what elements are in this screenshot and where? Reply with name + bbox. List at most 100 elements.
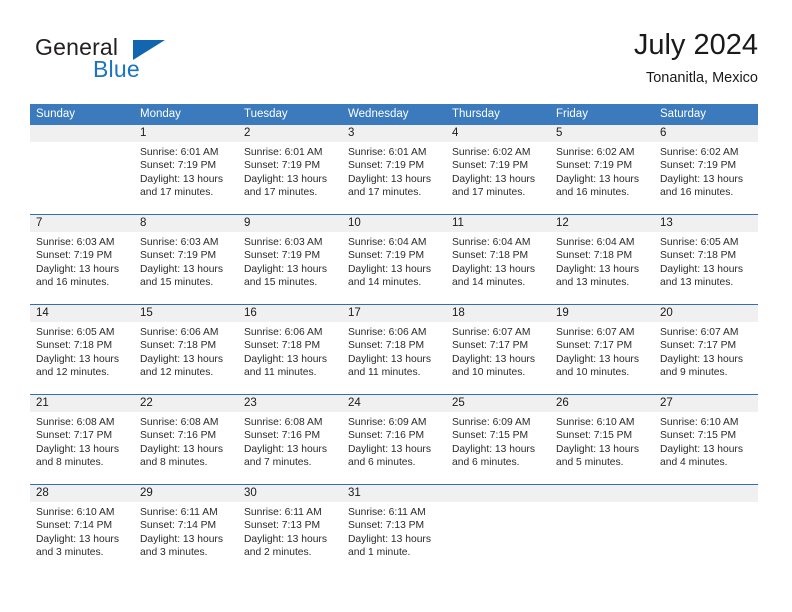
sunrise-text: Sunrise: 6:03 AM (140, 237, 219, 248)
calendar-week-row: 21 Sunrise: 6:08 AM Sunset: 7:17 PM Dayligh… (30, 394, 758, 484)
calendar-day-cell[interactable]: 3 Sunrise: 6:01 AM Sunset: 7:19 PM Daylight… (342, 125, 446, 214)
day-number: 15 (134, 305, 238, 322)
daylight-text: Daylight: 13 hours and 9 minutes. (660, 353, 743, 379)
day-number: 18 (446, 305, 550, 322)
calendar-day-cell[interactable]: 24 Sunrise: 6:09 AM Sunset: 7:16 PM Dayligh… (342, 395, 446, 484)
sunset-text: Sunset: 7:19 PM (348, 250, 425, 262)
day-details: Sunrise: 6:11 AM Sunset: 7:13 PM Daylight:… (238, 502, 342, 560)
daylight-text: Daylight: 13 hours and 17 minutes. (348, 173, 431, 199)
daylight-text: Daylight: 13 hours and 13 minutes. (660, 263, 743, 289)
calendar-day-cell[interactable]: 4 Sunrise: 6:02 AM Sunset: 7:19 PM Daylight… (446, 125, 550, 214)
calendar-week-row: 7 Sunrise: 6:03 AM Sunset: 7:19 PM Daylight… (30, 214, 758, 304)
day-number: 24 (342, 395, 446, 412)
day-number (550, 485, 654, 502)
calendar-day-cell[interactable]: 17 Sunrise: 6:06 AM Sunset: 7:18 PM Dayligh… (342, 305, 446, 394)
calendar-day-cell[interactable]: 11 Sunrise: 6:04 AM Sunset: 7:18 PM Dayligh… (446, 215, 550, 304)
calendar-day-cell[interactable]: 22 Sunrise: 6:08 AM Sunset: 7:16 PM Dayligh… (134, 395, 238, 484)
calendar-day-cell[interactable]: 31 Sunrise: 6:11 AM Sunset: 7:13 PM Dayligh… (342, 485, 446, 574)
daylight-text: Daylight: 13 hours and 17 minutes. (140, 173, 223, 199)
sunset-text: Sunset: 7:15 PM (452, 430, 529, 442)
sunrise-text: Sunrise: 6:08 AM (140, 417, 219, 428)
calendar-day-cell[interactable]: 10 Sunrise: 6:04 AM Sunset: 7:19 PM Dayligh… (342, 215, 446, 304)
sunrise-text: Sunrise: 6:01 AM (140, 147, 219, 158)
calendar-day-cell[interactable]: 1 Sunrise: 6:01 AM Sunset: 7:19 PM Daylight… (134, 125, 238, 214)
day-details: Sunrise: 6:08 AM Sunset: 7:17 PM Daylight:… (30, 412, 134, 470)
day-number: 5 (550, 125, 654, 142)
calendar-day-cell-empty (550, 485, 654, 574)
sunrise-text: Sunrise: 6:09 AM (452, 417, 531, 428)
weekday-header-thursday: Thursday (452, 108, 500, 120)
weekday-header-friday: Friday (556, 108, 588, 120)
sunset-text: Sunset: 7:18 PM (452, 250, 529, 262)
calendar-day-cell[interactable]: 26 Sunrise: 6:10 AM Sunset: 7:15 PM Dayligh… (550, 395, 654, 484)
day-details: Sunrise: 6:08 AM Sunset: 7:16 PM Daylight:… (238, 412, 342, 470)
calendar-day-cell[interactable]: 27 Sunrise: 6:10 AM Sunset: 7:15 PM Dayligh… (654, 395, 758, 484)
calendar-day-cell[interactable]: 14 Sunrise: 6:05 AM Sunset: 7:18 PM Dayligh… (30, 305, 134, 394)
day-number: 1 (134, 125, 238, 142)
day-number: 2 (238, 125, 342, 142)
calendar-day-cell[interactable]: 19 Sunrise: 6:07 AM Sunset: 7:17 PM Dayligh… (550, 305, 654, 394)
daylight-text: Daylight: 13 hours and 6 minutes. (452, 443, 535, 469)
calendar-day-cell[interactable]: 18 Sunrise: 6:07 AM Sunset: 7:17 PM Dayligh… (446, 305, 550, 394)
logo-text-blue: Blue (93, 56, 140, 82)
day-number: 11 (446, 215, 550, 232)
sunrise-text: Sunrise: 6:06 AM (348, 327, 427, 338)
calendar-day-cell[interactable]: 25 Sunrise: 6:09 AM Sunset: 7:15 PM Dayligh… (446, 395, 550, 484)
weekday-header-tuesday: Tuesday (244, 108, 288, 120)
page-title: July 2024 (633, 29, 758, 61)
sunrise-text: Sunrise: 6:07 AM (556, 327, 635, 338)
day-details: Sunrise: 6:09 AM Sunset: 7:16 PM Daylight:… (342, 412, 446, 470)
calendar-week-row: 1 Sunrise: 6:01 AM Sunset: 7:19 PM Daylight… (30, 125, 758, 214)
sunrise-text: Sunrise: 6:04 AM (452, 237, 531, 248)
day-details: Sunrise: 6:06 AM Sunset: 7:18 PM Daylight:… (342, 322, 446, 380)
calendar-weeks: 1 Sunrise: 6:01 AM Sunset: 7:19 PM Daylight… (30, 125, 758, 574)
calendar-day-cell[interactable]: 13 Sunrise: 6:05 AM Sunset: 7:18 PM Dayligh… (654, 215, 758, 304)
sunrise-text: Sunrise: 6:05 AM (36, 327, 115, 338)
daylight-text: Daylight: 13 hours and 13 minutes. (556, 263, 639, 289)
weekday-header-monday: Monday (140, 108, 181, 120)
day-details: Sunrise: 6:01 AM Sunset: 7:19 PM Daylight:… (134, 142, 238, 200)
sunset-text: Sunset: 7:19 PM (244, 160, 321, 172)
day-number: 7 (30, 215, 134, 232)
title-block: July 2024 Tonanitla, Mexico (633, 29, 758, 86)
calendar-day-cell[interactable]: 28 Sunrise: 6:10 AM Sunset: 7:14 PM Dayligh… (30, 485, 134, 574)
calendar-day-cell[interactable]: 30 Sunrise: 6:11 AM Sunset: 7:13 PM Dayligh… (238, 485, 342, 574)
calendar-day-cell[interactable]: 16 Sunrise: 6:06 AM Sunset: 7:18 PM Dayligh… (238, 305, 342, 394)
day-details: Sunrise: 6:02 AM Sunset: 7:19 PM Daylight:… (654, 142, 758, 200)
day-number: 31 (342, 485, 446, 502)
page-header: General Blue July 2024 Tonanitla, Mexico (0, 0, 792, 100)
calendar-day-cell[interactable]: 2 Sunrise: 6:01 AM Sunset: 7:19 PM Daylight… (238, 125, 342, 214)
calendar-day-cell[interactable]: 6 Sunrise: 6:02 AM Sunset: 7:19 PM Daylight… (654, 125, 758, 214)
day-number: 28 (30, 485, 134, 502)
calendar-day-cell[interactable]: 7 Sunrise: 6:03 AM Sunset: 7:19 PM Daylight… (30, 215, 134, 304)
calendar-day-cell[interactable]: 21 Sunrise: 6:08 AM Sunset: 7:17 PM Dayligh… (30, 395, 134, 484)
calendar-day-cell[interactable]: 5 Sunrise: 6:02 AM Sunset: 7:19 PM Daylight… (550, 125, 654, 214)
daylight-text: Daylight: 13 hours and 16 minutes. (556, 173, 639, 199)
calendar-day-cell[interactable]: 9 Sunrise: 6:03 AM Sunset: 7:19 PM Daylight… (238, 215, 342, 304)
day-number: 29 (134, 485, 238, 502)
day-number: 25 (446, 395, 550, 412)
sunset-text: Sunset: 7:14 PM (140, 520, 217, 532)
day-details: Sunrise: 6:06 AM Sunset: 7:18 PM Daylight:… (238, 322, 342, 380)
calendar-day-cell[interactable]: 20 Sunrise: 6:07 AM Sunset: 7:17 PM Dayligh… (654, 305, 758, 394)
sunrise-text: Sunrise: 6:08 AM (244, 417, 323, 428)
day-details: Sunrise: 6:07 AM Sunset: 7:17 PM Daylight:… (550, 322, 654, 380)
calendar-day-cell[interactable]: 12 Sunrise: 6:04 AM Sunset: 7:18 PM Dayligh… (550, 215, 654, 304)
sunrise-text: Sunrise: 6:02 AM (556, 147, 635, 158)
calendar-day-cell[interactable]: 8 Sunrise: 6:03 AM Sunset: 7:19 PM Daylight… (134, 215, 238, 304)
calendar-day-cell[interactable]: 15 Sunrise: 6:06 AM Sunset: 7:18 PM Dayligh… (134, 305, 238, 394)
calendar-day-cell-empty (30, 125, 134, 214)
day-details: Sunrise: 6:04 AM Sunset: 7:18 PM Daylight:… (550, 232, 654, 290)
day-number: 4 (446, 125, 550, 142)
calendar-day-cell[interactable]: 29 Sunrise: 6:11 AM Sunset: 7:14 PM Dayligh… (134, 485, 238, 574)
daylight-text: Daylight: 13 hours and 14 minutes. (348, 263, 431, 289)
location-subtitle: Tonanitla, Mexico (645, 69, 758, 86)
day-number: 19 (550, 305, 654, 322)
day-number: 13 (654, 215, 758, 232)
day-details: Sunrise: 6:03 AM Sunset: 7:19 PM Daylight:… (238, 232, 342, 290)
calendar-week-row: 28 Sunrise: 6:10 AM Sunset: 7:14 PM Dayligh… (30, 484, 758, 574)
sunset-text: Sunset: 7:19 PM (452, 160, 529, 172)
day-details: Sunrise: 6:10 AM Sunset: 7:14 PM Daylight:… (30, 502, 134, 560)
day-number: 6 (654, 125, 758, 142)
calendar-day-cell[interactable]: 23 Sunrise: 6:08 AM Sunset: 7:16 PM Dayligh… (238, 395, 342, 484)
